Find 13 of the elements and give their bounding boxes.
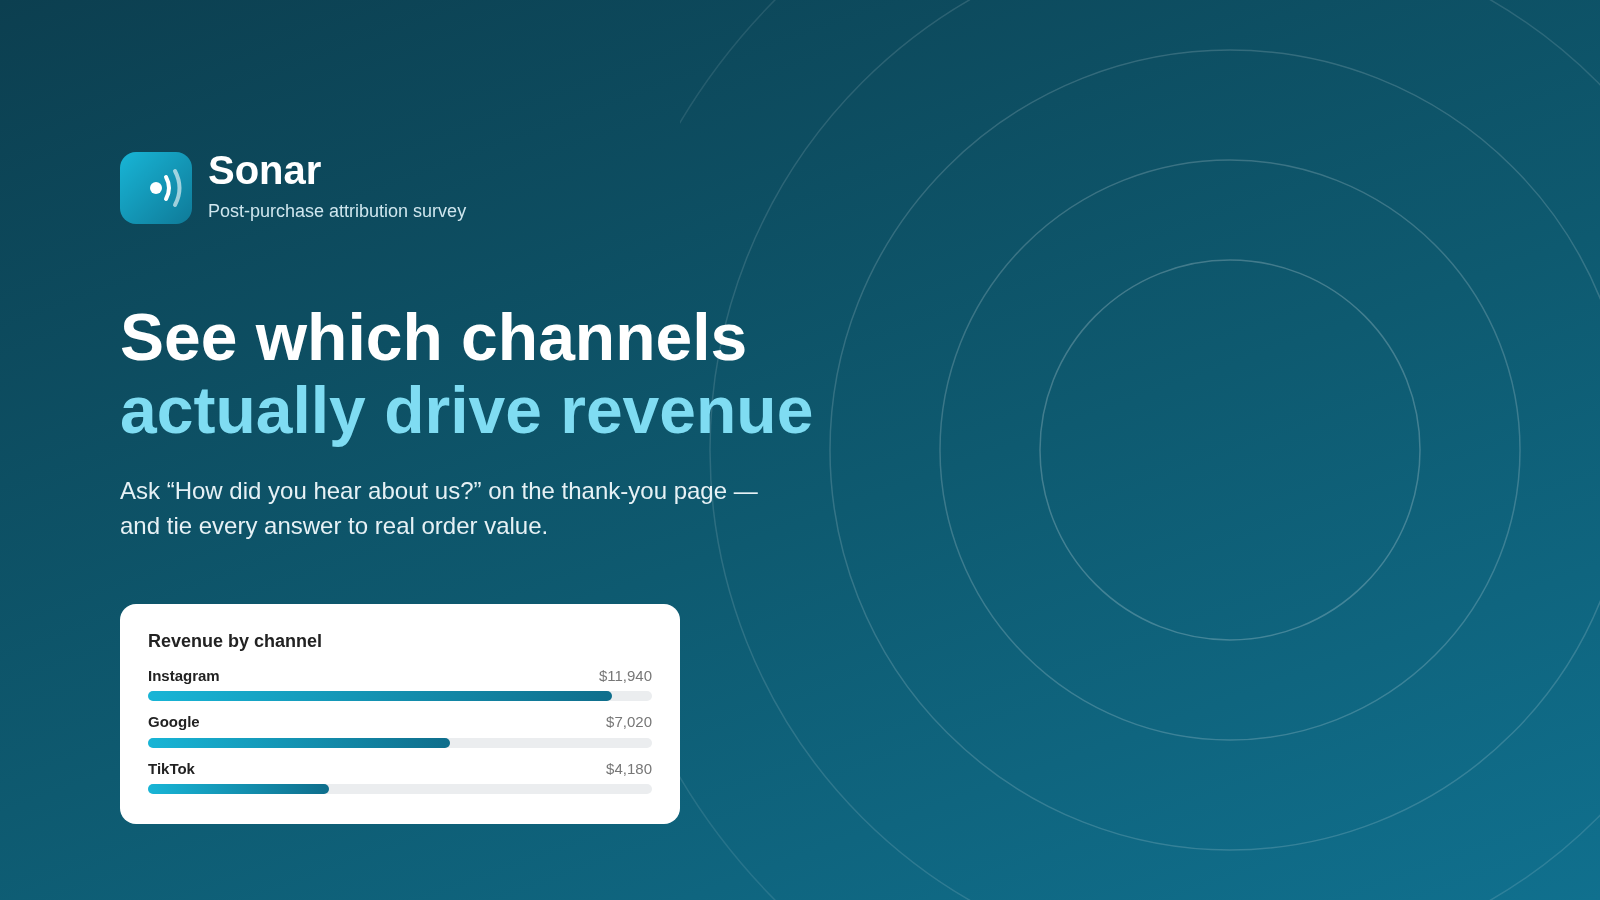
tagline: Post-purchase attribution survey [208,200,467,223]
channel-amount: $7,020 [606,712,652,733]
channel-name: Instagram [148,665,220,686]
brand-name: Sonar [208,150,323,190]
channel-name: TikTok [148,758,195,779]
card-title: Revenue by channel [148,629,324,653]
channel-amount: $4,180 [606,758,652,779]
logo-icon [120,151,192,224]
headline-highlight: actually drive revenue [120,373,814,447]
description: Ask “How did you hear about us?” on the thank-you page — and tie every answer to real order value. [120,476,759,541]
channel-name: Google [148,712,200,733]
headline: See which channels [120,301,748,374]
channel-amount: $11,940 [598,665,652,686]
